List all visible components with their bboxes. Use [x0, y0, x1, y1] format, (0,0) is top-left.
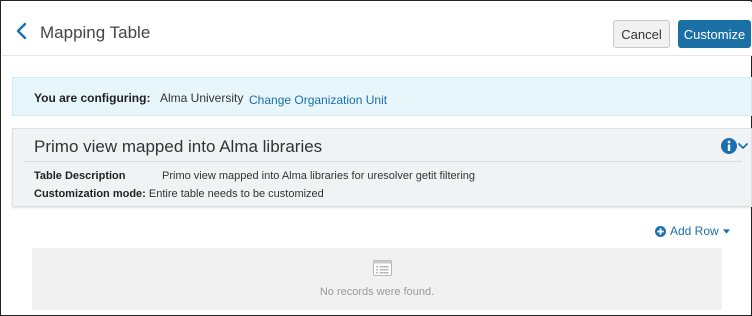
page-header: Mapping Table Cancel Customize: [2, 2, 752, 56]
chevron-left-icon[interactable]: [14, 22, 30, 40]
cancel-button[interactable]: Cancel: [613, 20, 670, 48]
table-description-label: Table Description: [34, 170, 126, 182]
caret-down-icon: [722, 228, 730, 234]
table-title: Primo view mapped into Alma libraries: [34, 137, 323, 156]
change-organization-link[interactable]: Change Organization Unit: [249, 93, 387, 107]
empty-state-text: No records were found.: [319, 286, 435, 298]
empty-records-area: No records were found.: [32, 248, 722, 310]
customization-mode-row: Customization mode: Entire table needs t…: [34, 188, 324, 200]
add-row-button[interactable]: Add Row: [655, 224, 730, 238]
info-icon[interactable]: [720, 137, 750, 157]
add-row-label: Add Row: [670, 224, 719, 238]
page-frame: Mapping Table Cancel Customize You are c…: [0, 0, 752, 316]
configuring-bar: You are configuring: Alma University Cha…: [12, 77, 752, 116]
list-icon: [373, 260, 392, 276]
customize-button[interactable]: Customize: [678, 20, 751, 48]
organization-name: Alma University: [160, 91, 244, 105]
table-description-row: Table Description Primo view mapped into …: [34, 170, 475, 182]
plus-circle-icon: [655, 225, 666, 237]
page-title: Mapping Table: [40, 23, 151, 42]
table-description-value: Primo view mapped into Alma libraries fo…: [162, 170, 476, 182]
panel-divider: [24, 161, 742, 162]
customization-mode-label: Customization mode:: [34, 188, 146, 200]
table-info-panel: Primo view mapped into Alma libraries Ta…: [12, 128, 752, 207]
customization-mode-value: Entire table needs to be customized: [148, 188, 324, 200]
configuring-label: You are configuring:: [34, 91, 151, 105]
